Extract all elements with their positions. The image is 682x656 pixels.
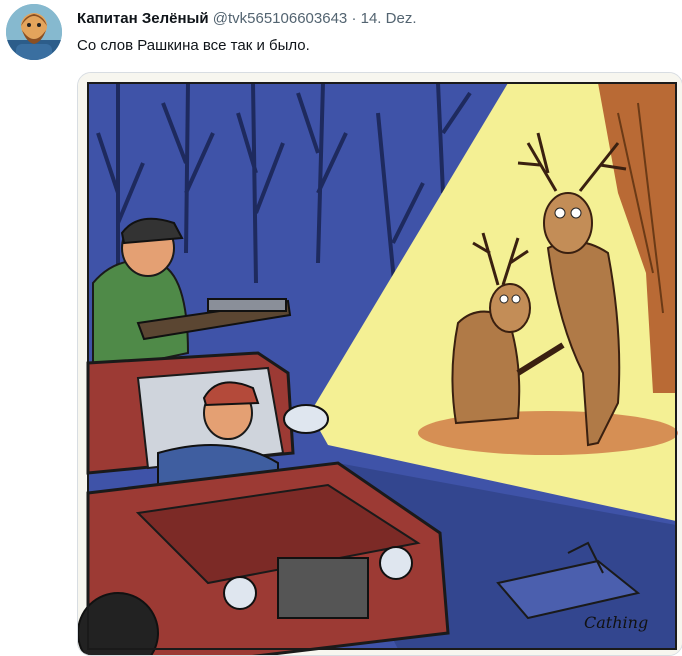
tweet-date[interactable]: 14. Dez. [361,10,417,27]
tweet-media[interactable]: Cathing [77,72,682,656]
author-handle[interactable]: @tvk565106603643 [213,10,348,27]
tweet: Капитан Зелёный @tvk565106603643 · 14. D… [0,0,682,656]
author-name[interactable]: Капитан Зелёный [77,10,209,27]
tweet-text: Со слов Рашкина все так и было. [77,37,310,54]
avatar-image [6,4,62,60]
cartoon-illustration: Cathing [78,73,682,655]
header-separator: · [351,10,357,27]
tweet-header: Капитан Зелёный @tvk565106603643 · 14. D… [77,9,417,29]
author-avatar[interactable] [6,4,62,60]
artist-signature: Cathing [584,613,648,632]
